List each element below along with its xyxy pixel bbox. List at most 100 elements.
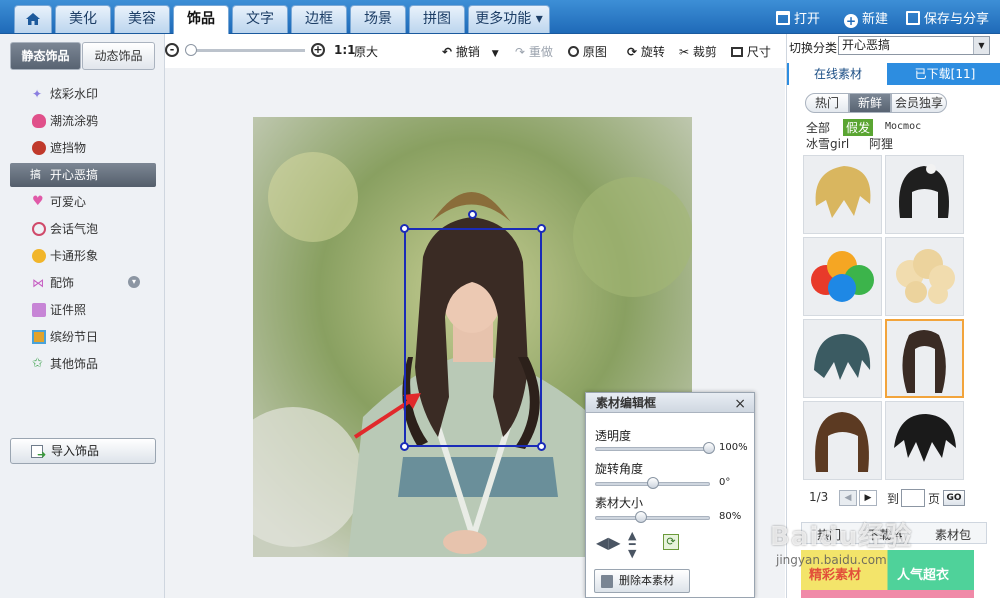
tab-collage[interactable]: 拼图 (409, 5, 465, 33)
category-snow-girl[interactable]: 冰雪girl (806, 135, 849, 152)
left-item-cartoon[interactable]: 卡通形象 (10, 244, 156, 268)
go-button[interactable]: GO (943, 490, 965, 506)
size-button[interactable]: 尺寸 (731, 43, 771, 60)
wig-tile-rainbow-afro[interactable] (803, 237, 882, 316)
wig-black-bob-icon (899, 164, 949, 218)
selection-handle-top-left[interactable] (400, 224, 409, 233)
rotation-slider-knob[interactable] (646, 477, 659, 489)
import-accessory-button[interactable]: ➜ 导入饰品 (10, 438, 156, 464)
wig-tile-teal-spiky[interactable] (803, 319, 882, 398)
wig-tile-brown-bob[interactable] (803, 401, 882, 480)
trash-icon (601, 575, 613, 588)
open-button[interactable]: 打开 (776, 8, 820, 27)
material-editor-panel: 素材编辑框 × 透明度 100% 旋转角度 0° 素材大小 80% ◀▶ ▲ ━ ▼… (585, 392, 755, 598)
selection-handle-top-right[interactable] (537, 224, 546, 233)
left-item-funny[interactable]: 搞开心恶搞 (10, 163, 156, 187)
category-wig[interactable]: 假发 (843, 119, 874, 136)
expand-icon[interactable]: ▾ (128, 276, 140, 288)
close-icon[interactable]: × (734, 394, 746, 414)
material-pack-button[interactable]: 素材包 (935, 526, 971, 543)
rotation-slider[interactable] (595, 477, 710, 489)
selection-rotate-handle[interactable] (468, 210, 477, 219)
prev-page-button[interactable]: ◀ (839, 490, 857, 506)
tab-more-features[interactable]: 更多功能 ▾ (468, 5, 550, 33)
wig-tile-blonde-curly[interactable] (885, 237, 964, 316)
tab-static-accessories[interactable]: 静态饰品 (10, 42, 81, 70)
plus-icon: + (844, 14, 858, 28)
pill-vip[interactable]: 会员独享 (891, 93, 947, 113)
refresh-icon[interactable]: ⟳ (663, 534, 679, 550)
chevron-down-icon: ▼ (973, 37, 989, 54)
tab-scene[interactable]: 场景 (350, 5, 406, 33)
zoom-in-icon[interactable]: + (311, 43, 325, 57)
lips-icon (32, 114, 46, 128)
tab-frame[interactable]: 边框 (291, 5, 347, 33)
goto-label: 到 (887, 492, 900, 506)
opacity-slider[interactable] (595, 442, 715, 454)
wig-tile-blonde-short[interactable] (803, 155, 882, 234)
scale-value: 80% (719, 511, 742, 522)
wig-black-messy-icon (894, 414, 956, 462)
selection-box[interactable] (404, 228, 542, 447)
shirt-icon (32, 303, 46, 317)
left-item-other[interactable]: ✩ 其他饰品 (10, 352, 156, 376)
redo-button[interactable]: ↷ 重做 (515, 43, 553, 60)
left-item-speech-bubble[interactable]: 会话气泡 (10, 217, 156, 241)
crop-button[interactable]: ✂ 裁剪 (679, 43, 717, 60)
zoom-slider-knob[interactable] (185, 44, 197, 56)
actual-ratio-label[interactable]: 1:1 (334, 43, 356, 57)
tab-text[interactable]: 文字 (232, 5, 288, 33)
scale-slider[interactable] (595, 511, 710, 523)
opacity-value: 100% (719, 442, 748, 453)
flip-horizontal-icon[interactable]: ◀▶ (596, 533, 621, 552)
tab-downloaded[interactable]: 已下载[11] (893, 63, 997, 85)
original-image-button[interactable]: 原图 (568, 43, 607, 60)
left-item-id-photo[interactable]: 证件照 (10, 298, 156, 322)
opacity-label: 透明度 (595, 429, 632, 443)
tab-online-material[interactable]: 在线素材 (789, 63, 887, 85)
wig-tile-black-messy[interactable] (885, 401, 964, 480)
wig-tile-black-bob[interactable] (885, 155, 964, 234)
tab-dynamic-accessories[interactable]: 动态饰品 (82, 42, 155, 70)
original-size-button[interactable]: 原大 (354, 43, 378, 60)
pill-new[interactable]: 新鲜 (849, 93, 891, 113)
resize-icon (731, 47, 743, 57)
scale-slider-knob[interactable] (635, 511, 648, 523)
tab-beautify[interactable]: 美化 (55, 5, 111, 33)
delete-material-button[interactable]: 删除本素材 (594, 569, 690, 593)
left-item-occluder[interactable]: 遮挡物 (10, 136, 156, 160)
tab-makeup[interactable]: 美容 (114, 5, 170, 33)
category-all[interactable]: 全部 (806, 119, 830, 136)
left-item-hearts[interactable]: ♥ 可爱心 (10, 190, 156, 214)
next-page-button[interactable]: ▶ (859, 490, 877, 506)
page-input[interactable] (901, 489, 925, 507)
zoom-slider[interactable] (185, 44, 305, 56)
new-button[interactable]: + 新建 (844, 8, 888, 28)
selection-handle-bottom-left[interactable] (400, 442, 409, 451)
left-item-graffiti[interactable]: 潮流涂鸦 (10, 109, 156, 133)
chevron-down-icon[interactable]: ▼ (492, 49, 499, 59)
left-item-watermark[interactable]: ✦ 炫彩水印 (10, 82, 156, 106)
wig-tile-long-wavy-selected[interactable] (885, 319, 964, 398)
rotate-icon: ⟳ (627, 45, 638, 59)
wig-rainbow-icon (811, 251, 874, 302)
category-select[interactable]: 开心恶搞 ▼ (838, 36, 990, 55)
selection-handle-bottom-right[interactable] (537, 442, 546, 451)
right-panel: 切换分类 开心恶搞 ▼ 在线素材 已下载[11] 热门 新鲜 会员独享 全部 假… (786, 34, 1000, 598)
opacity-slider-knob[interactable] (703, 442, 715, 454)
zoom-out-icon[interactable]: - (165, 43, 179, 57)
left-item-ornaments[interactable]: ⋈ 配饰 ▾ (10, 271, 156, 295)
undo-button[interactable]: ↶ 撤销 ▼ (442, 43, 499, 60)
canvas-toolbar: - + 1:1 原大 ↶ 撤销 ▼ ↷ 重做 原图 ⟳ 旋转 ✂ 裁剪 尺寸 (165, 34, 785, 68)
pill-hot[interactable]: 热门 (805, 93, 849, 113)
save-share-button[interactable]: 保存与分享 (906, 8, 989, 27)
category-mocmoc[interactable]: Mocmoc (885, 121, 921, 132)
home-tab[interactable] (14, 5, 52, 33)
left-panel: 静态饰品 动态饰品 ✦ 炫彩水印 潮流涂鸦 遮挡物 搞开心恶搞 ♥ 可爱心 会话气泡… (0, 34, 165, 598)
left-item-festival[interactable]: 缤纷节日 (10, 325, 156, 349)
rotate-button[interactable]: ⟳ 旋转 (627, 43, 665, 60)
baidu-watermark-url: jingyan.baidu.com (776, 553, 887, 567)
tab-accessories[interactable]: 饰品 (173, 5, 229, 34)
flip-vertical-icon[interactable]: ▲ ━ ▼ (628, 530, 636, 559)
category-ali[interactable]: 阿狸 (869, 135, 893, 152)
